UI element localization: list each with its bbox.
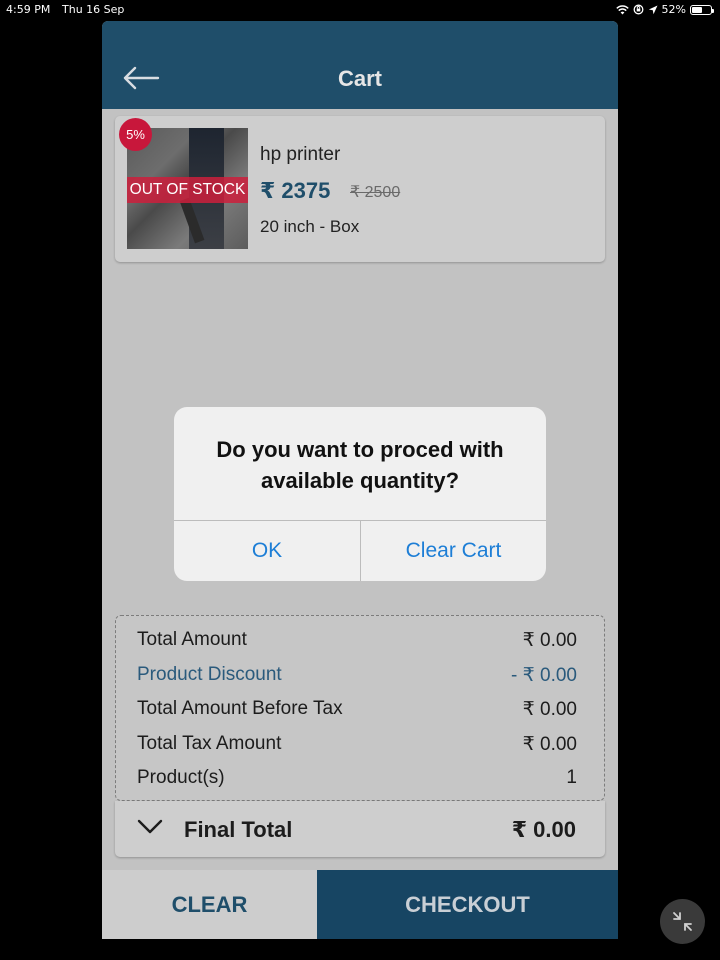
product-price: ₹ 2375 [260, 178, 331, 203]
summary-value: 1 [566, 767, 577, 788]
summary-row: Total Amount Before Tax ₹ 0.00 [137, 698, 577, 721]
location-icon [648, 5, 658, 14]
collapse-button[interactable] [660, 899, 705, 944]
status-bar: 4:59 PM Thu 16 Sep 52% [0, 0, 720, 20]
summary-value: ₹ 0.00 [522, 630, 577, 651]
battery-percent: 52% [661, 3, 686, 16]
cart-item-card[interactable]: OUT OF STOCK 5% hp printer ₹ 2375 ₹ 2500… [115, 116, 605, 262]
summary-label: Total Amount Before Tax [137, 698, 343, 719]
clear-cart-button[interactable]: Clear Cart [361, 521, 546, 581]
confirm-dialog: Do you want to proced with available qua… [174, 407, 546, 581]
collapse-arrows-icon [673, 912, 692, 931]
price-summary: Total Amount ₹ 0.00 Product Discount - ₹… [115, 615, 605, 801]
page-title: Cart [337, 66, 382, 91]
chevron-down-icon[interactable] [137, 816, 163, 836]
summary-row: Total Amount ₹ 0.00 [137, 629, 577, 652]
summary-value: ₹ 0.00 [522, 699, 577, 720]
orientation-lock-icon [633, 4, 643, 15]
out-of-stock-label: OUT OF STOCK [127, 177, 248, 203]
summary-row: Total Tax Amount ₹ 0.00 [137, 733, 577, 756]
final-total-label: Final Total [184, 817, 293, 842]
product-name: hp printer [260, 144, 341, 165]
app-bar: Cart [102, 21, 618, 109]
battery-icon [690, 4, 714, 15]
wifi-icon [615, 4, 629, 14]
summary-label: Product Discount [137, 664, 282, 685]
summary-value: - ₹ 0.00 [511, 665, 577, 686]
status-date: Thu 16 Sep [62, 3, 125, 16]
discount-badge: 5% [119, 118, 152, 151]
product-variant: 20 inch - Box [260, 217, 360, 236]
checkout-button[interactable]: CHECKOUT [317, 870, 618, 939]
dialog-message: Do you want to proced with available qua… [216, 437, 504, 493]
summary-label: Total Tax Amount [137, 733, 282, 754]
status-indicators: 52% [615, 3, 714, 16]
ok-button[interactable]: OK [174, 521, 360, 581]
final-total-bar[interactable]: Final Total ₹ 0.00 [115, 801, 605, 857]
clear-button[interactable]: CLEAR [102, 870, 317, 939]
summary-label: Product(s) [137, 767, 225, 788]
product-mrp: ₹ 2500 [350, 184, 401, 201]
summary-row: Product(s) 1 [137, 767, 577, 789]
status-time: 4:59 PM [6, 3, 51, 16]
summary-label: Total Amount [137, 629, 247, 650]
summary-row: Product Discount - ₹ 0.00 [137, 664, 577, 687]
final-total-value: ₹ 0.00 [511, 817, 576, 842]
summary-value: ₹ 0.00 [522, 734, 577, 755]
